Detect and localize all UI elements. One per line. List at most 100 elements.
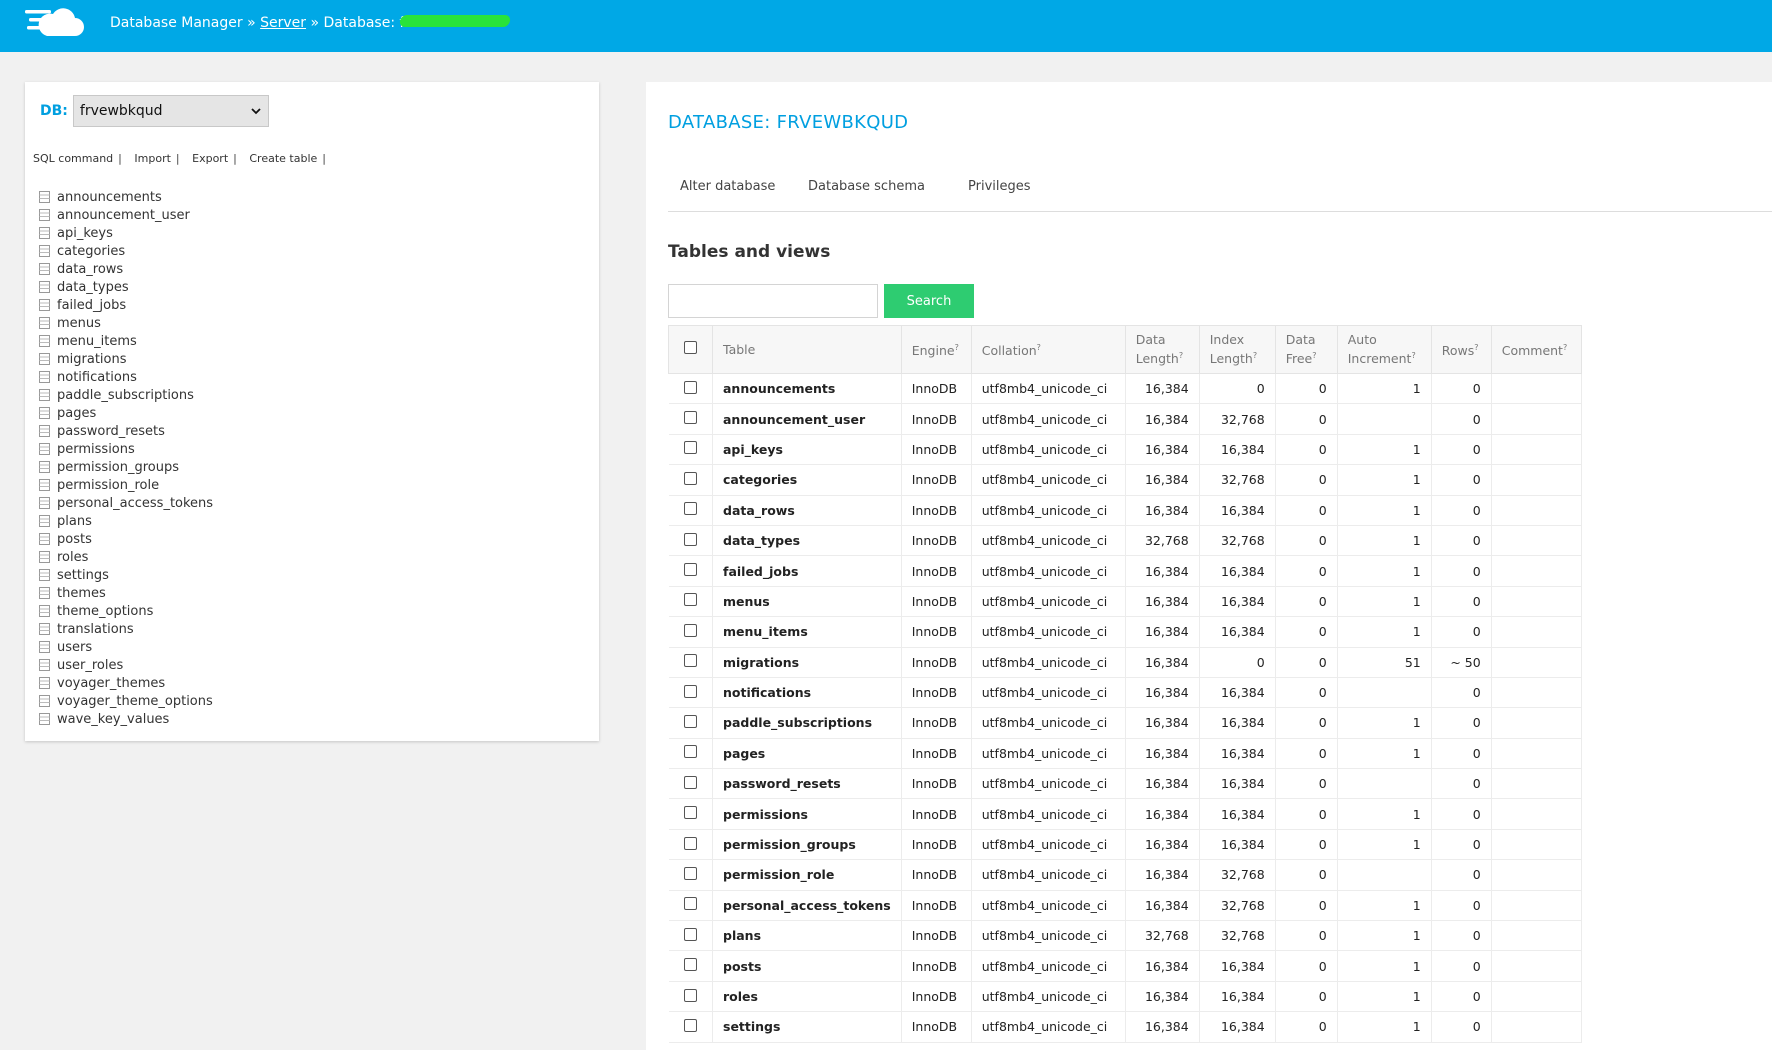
sidebar-table-item[interactable]: data_types bbox=[39, 278, 213, 296]
server-link[interactable]: Server bbox=[260, 15, 306, 31]
cell-comment bbox=[1491, 707, 1582, 739]
cell-table-name[interactable]: api_keys bbox=[712, 434, 902, 466]
sidebar-table-item[interactable]: user_roles bbox=[39, 656, 213, 674]
row-checkbox[interactable] bbox=[683, 927, 697, 941]
col-rows[interactable]: Rows? bbox=[1430, 325, 1492, 374]
row-checkbox[interactable] bbox=[683, 897, 697, 911]
cell-table-name[interactable]: permissions bbox=[712, 798, 902, 830]
row-checkbox[interactable] bbox=[683, 563, 697, 577]
col-data-length[interactable]: Data Length? bbox=[1124, 325, 1200, 374]
row-checkbox[interactable] bbox=[683, 593, 697, 607]
cell-table-name[interactable]: menu_items bbox=[712, 616, 902, 648]
sidebar-table-item[interactable]: migrations bbox=[39, 350, 213, 368]
sidebar-table-item[interactable]: personal_access_tokens bbox=[39, 494, 213, 512]
sidebar-table-item[interactable]: pages bbox=[39, 404, 213, 422]
sidebar-table-item[interactable]: posts bbox=[39, 530, 213, 548]
sidebar-table-item[interactable]: paddle_subscriptions bbox=[39, 386, 213, 404]
cell-table-name[interactable]: password_resets bbox=[712, 768, 902, 800]
sidebar-table-item[interactable]: wave_key_values bbox=[39, 710, 213, 728]
search-button[interactable]: Search bbox=[884, 284, 974, 318]
row-checkbox[interactable] bbox=[683, 471, 697, 485]
cell-table-name[interactable]: menus bbox=[712, 586, 902, 618]
sidebar-table-item[interactable]: themes bbox=[39, 584, 213, 602]
search-input[interactable] bbox=[668, 284, 878, 318]
cell-table-name[interactable]: announcement_user bbox=[712, 403, 902, 435]
sidebar-table-item[interactable]: permission_groups bbox=[39, 458, 213, 476]
cell-table-name[interactable]: failed_jobs bbox=[712, 555, 902, 587]
sidebar-table-item[interactable]: voyager_themes bbox=[39, 674, 213, 692]
db-select[interactable]: frvewbkqud bbox=[72, 95, 269, 127]
row-checkbox[interactable] bbox=[683, 380, 697, 394]
cell-table-name[interactable]: paddle_subscriptions bbox=[712, 707, 902, 739]
tab-privileges[interactable]: Privileges bbox=[956, 172, 1043, 202]
cell-table-name[interactable]: personal_access_tokens bbox=[712, 890, 902, 922]
row-checkbox[interactable] bbox=[683, 775, 697, 789]
sidebar-table-item[interactable]: api_keys bbox=[39, 224, 213, 242]
import-link[interactable]: Import bbox=[134, 152, 171, 165]
cell-table-name[interactable]: pages bbox=[712, 738, 902, 770]
row-checkbox[interactable] bbox=[683, 806, 697, 820]
sidebar-table-item[interactable]: password_resets bbox=[39, 422, 213, 440]
sidebar-table-item[interactable]: plans bbox=[39, 512, 213, 530]
col-data-free[interactable]: Data Free? bbox=[1274, 325, 1338, 374]
cell-table-name[interactable]: migrations bbox=[712, 647, 902, 678]
sidebar-table-item[interactable]: settings bbox=[39, 566, 213, 584]
cell-table-name[interactable]: plans bbox=[712, 920, 902, 952]
sidebar-table-item[interactable]: menu_items bbox=[39, 332, 213, 350]
sidebar-table-item[interactable]: categories bbox=[39, 242, 213, 260]
row-checkbox[interactable] bbox=[683, 745, 697, 759]
cell-table-name[interactable]: roles bbox=[712, 981, 902, 1013]
sidebar-table-item[interactable]: permission_role bbox=[39, 476, 213, 494]
tab-alter-database[interactable]: Alter database bbox=[668, 172, 787, 202]
cell-data-free: 0 bbox=[1275, 981, 1338, 1013]
cell-table-name[interactable]: permission_groups bbox=[712, 829, 902, 861]
col-comment[interactable]: Comment? bbox=[1490, 325, 1582, 374]
create-table-link[interactable]: Create table bbox=[249, 152, 317, 165]
cell-auto-increment: 1 bbox=[1337, 434, 1432, 466]
sidebar-table-item[interactable]: menus bbox=[39, 314, 213, 332]
sidebar-table-item[interactable]: voyager_theme_options bbox=[39, 692, 213, 710]
sidebar-table-item[interactable]: theme_options bbox=[39, 602, 213, 620]
cell-table-name[interactable]: data_types bbox=[712, 525, 902, 557]
col-index-length[interactable]: Index Length? bbox=[1198, 325, 1276, 374]
sidebar-table-item[interactable]: announcements bbox=[39, 188, 213, 206]
cell-table-name[interactable]: posts bbox=[712, 950, 902, 982]
sidebar-table-item[interactable]: roles bbox=[39, 548, 213, 566]
cell-table-name[interactable]: permission_role bbox=[712, 859, 902, 891]
row-checkbox[interactable] bbox=[683, 866, 697, 880]
row-checkbox[interactable] bbox=[683, 532, 697, 546]
sidebar-table-item[interactable]: failed_jobs bbox=[39, 296, 213, 314]
cell-table-name[interactable]: data_rows bbox=[712, 495, 902, 526]
row-checkbox[interactable] bbox=[683, 958, 697, 972]
cell-table-name[interactable]: settings bbox=[712, 1011, 902, 1043]
row-checkbox[interactable] bbox=[683, 654, 697, 668]
row-checkbox[interactable] bbox=[683, 502, 697, 516]
select-all-checkbox[interactable] bbox=[684, 341, 697, 354]
sql-command-link[interactable]: SQL command bbox=[33, 152, 113, 165]
row-checkbox[interactable] bbox=[683, 684, 697, 698]
sidebar-table-item[interactable]: translations bbox=[39, 620, 213, 638]
sidebar-table-item[interactable]: notifications bbox=[39, 368, 213, 386]
cell-table-name[interactable]: notifications bbox=[712, 677, 902, 709]
tab-database-schema[interactable]: Database schema bbox=[796, 172, 937, 202]
row-checkbox[interactable] bbox=[683, 714, 697, 728]
col-engine[interactable]: Engine? bbox=[900, 325, 972, 374]
sidebar-table-item[interactable]: permissions bbox=[39, 440, 213, 458]
row-checkbox[interactable] bbox=[683, 623, 697, 637]
row-checkbox[interactable] bbox=[683, 988, 697, 1002]
cloud-logo-icon[interactable] bbox=[25, 6, 85, 42]
sidebar-table-item[interactable]: users bbox=[39, 638, 213, 656]
sidebar-table-item[interactable]: data_rows bbox=[39, 260, 213, 278]
col-collation[interactable]: Collation? bbox=[970, 325, 1126, 374]
row-checkbox[interactable] bbox=[683, 411, 697, 425]
export-link[interactable]: Export bbox=[192, 152, 228, 165]
cell-table-name[interactable]: categories bbox=[712, 464, 902, 496]
row-checkbox[interactable] bbox=[683, 1018, 697, 1032]
cell-index-length: 16,384 bbox=[1199, 616, 1276, 648]
row-checkbox[interactable] bbox=[683, 441, 697, 455]
row-checkbox[interactable] bbox=[683, 836, 697, 850]
sidebar-table-item[interactable]: announcement_user bbox=[39, 206, 213, 224]
col-auto-increment[interactable]: Auto Increment? bbox=[1336, 325, 1432, 374]
cell-table-name[interactable]: announcements bbox=[712, 373, 902, 405]
col-table[interactable]: Table bbox=[712, 325, 902, 374]
